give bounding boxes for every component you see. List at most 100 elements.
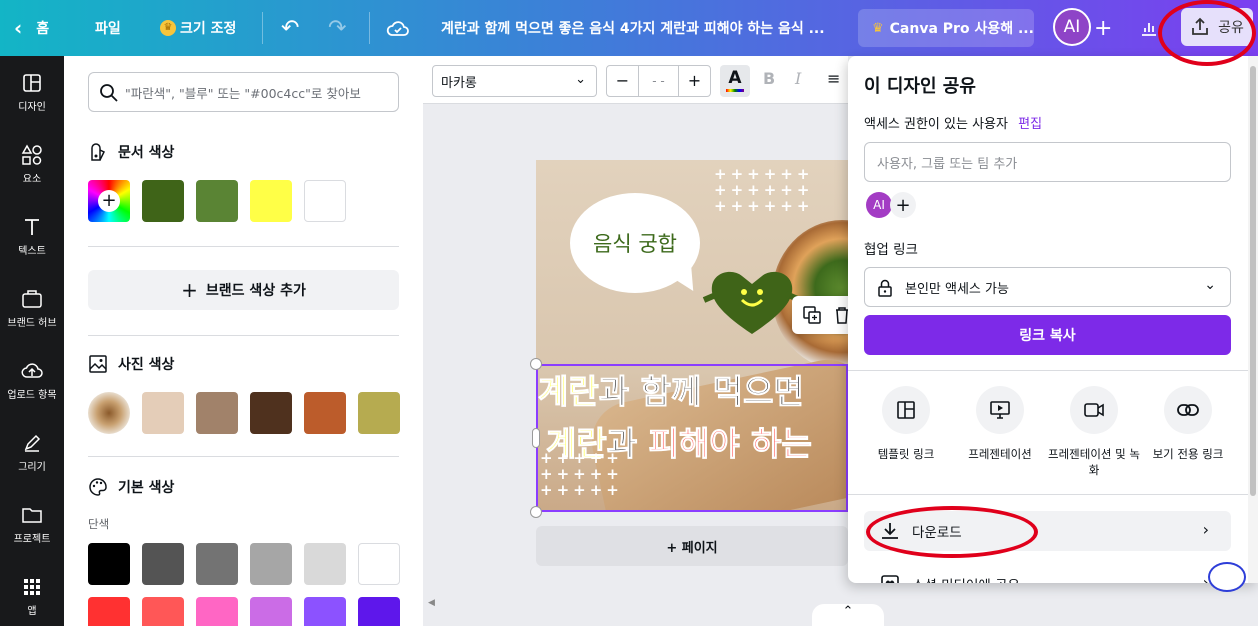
color-panel: "파란색", "블루" 또는 "#00c4cc"로 찾아보 문서 색상 + + … — [64, 56, 423, 626]
chevron-down-icon: ⌄ — [575, 72, 586, 87]
document-title[interactable]: 계란과 함께 먹으면 좋은 음식 4가지 계란과 피해야 하는 음식 ... — [441, 0, 836, 56]
color-swatch[interactable] — [196, 543, 238, 585]
color-swatch[interactable] — [250, 543, 292, 585]
resize-handle[interactable] — [532, 428, 540, 448]
brand-icon — [21, 288, 43, 310]
resize-handle[interactable] — [530, 358, 542, 370]
rail-item-draw[interactable]: 그리기 — [0, 422, 64, 482]
avatar-initials: AI — [1063, 17, 1081, 37]
color-swatch[interactable] — [196, 597, 238, 626]
template-icon — [882, 386, 930, 434]
color-swatch[interactable] — [304, 392, 346, 434]
rail-item-apps[interactable]: 앱 — [0, 566, 64, 626]
rail-label: 요소 — [22, 173, 42, 185]
add-user-button[interactable]: + — [890, 192, 916, 218]
photo-thumbnail[interactable] — [88, 392, 130, 434]
color-swatch[interactable] — [358, 597, 400, 626]
font-size-stepper[interactable]: − - - + — [606, 65, 711, 97]
color-swatch[interactable] — [88, 543, 130, 585]
add-member-icon[interactable]: + — [1094, 0, 1112, 56]
font-family-select[interactable]: 마카롱 ⌄ — [432, 65, 597, 97]
scroll-left-arrow-icon[interactable]: ◀ — [428, 598, 435, 608]
color-swatch[interactable] — [250, 597, 292, 626]
color-swatch[interactable] — [304, 180, 346, 222]
analytics-icon[interactable] — [1139, 0, 1159, 56]
folder-icon — [21, 504, 43, 526]
font-size-input[interactable]: - - — [639, 74, 678, 88]
color-swatch[interactable] — [304, 543, 346, 585]
photo-colors-title: 사진 색상 — [118, 357, 175, 373]
color-search-input[interactable]: "파란색", "블루" 또는 "#00c4cc"로 찾아보 — [88, 72, 399, 112]
selection-frame[interactable] — [536, 364, 848, 512]
color-swatch[interactable] — [88, 597, 130, 626]
image-icon — [89, 355, 107, 373]
canva-pro-button[interactable]: ♛ Canva Pro 사용해 ... — [858, 9, 1034, 47]
access-level-select[interactable]: 본인만 액세스 가능 ⌄ — [864, 267, 1231, 307]
help-button[interactable] — [1208, 562, 1246, 592]
color-swatch[interactable] — [304, 597, 346, 626]
option-label: 프레젠테이션 및 녹화 — [1048, 447, 1140, 477]
color-swatch[interactable] — [142, 180, 184, 222]
rail-item-brand[interactable]: 브랜드 허브 — [0, 278, 64, 338]
size-minus-button[interactable]: − — [607, 66, 639, 96]
download-label: 다운로드 — [912, 525, 962, 541]
add-color-button[interactable]: + — [88, 180, 130, 222]
crown-icon: ♛ — [872, 20, 884, 36]
divider — [88, 335, 399, 336]
text-icon — [21, 216, 43, 238]
rail-item-text[interactable]: 텍스트 — [0, 206, 64, 266]
color-bar-icon — [726, 89, 744, 92]
color-swatch[interactable] — [250, 180, 292, 222]
user-avatar[interactable]: AI — [866, 192, 892, 218]
search-icon — [100, 84, 118, 102]
add-people-input[interactable]: 사용자, 그룹 또는 팀 추가 — [864, 142, 1231, 182]
home-button[interactable]: ‹ 홈 — [14, 0, 49, 56]
color-swatch[interactable] — [358, 392, 400, 434]
share-option-template-link[interactable]: 템플릿 링크 — [858, 386, 954, 462]
rail-item-design[interactable]: 디자인 — [0, 62, 64, 122]
collapse-chevron-icon[interactable]: ⌃ — [812, 604, 884, 626]
cloud-save-icon[interactable] — [386, 0, 410, 56]
add-brand-color-button[interactable]: + 브랜드 색상 추가 — [88, 270, 399, 310]
brand-add-label: 브랜드 색상 추가 — [205, 283, 306, 299]
share-button[interactable]: 공유 — [1181, 8, 1253, 46]
size-plus-button[interactable]: + — [678, 66, 710, 96]
add-page-button[interactable]: + 페이지 — [536, 526, 848, 566]
download-button[interactable]: 다운로드 › — [864, 511, 1231, 551]
share-social-button[interactable]: 소셜 미디어에 공유 › — [864, 564, 1231, 583]
color-swatch[interactable] — [196, 180, 238, 222]
rail-item-uploads[interactable]: 업로드 항목 — [0, 350, 64, 410]
top-bar: ‹ 홈 파일 ♛ 크기 조정 ↶ ↷ 계란과 함께 먹으면 좋은 음식 4가지 … — [0, 0, 1258, 56]
file-menu[interactable]: 파일 — [95, 0, 121, 56]
divider — [88, 456, 399, 457]
scrollbar-thumb[interactable] — [1250, 66, 1256, 496]
redo-icon[interactable]: ↷ — [328, 0, 346, 56]
rail-item-projects[interactable]: 프로젝트 — [0, 494, 64, 554]
bold-icon[interactable]: B — [763, 69, 775, 88]
divider — [88, 246, 399, 247]
duplicate-icon[interactable] — [802, 305, 822, 325]
share-option-present[interactable]: 프레젠테이션 — [952, 386, 1048, 462]
edit-access-link[interactable]: 편집 — [1018, 117, 1042, 132]
share-option-view-link[interactable]: 보기 전용 링크 — [1140, 386, 1236, 462]
color-swatch[interactable] — [142, 597, 184, 626]
share-title: 이 디자인 공유 — [864, 76, 976, 97]
resize-handle[interactable] — [530, 506, 542, 518]
color-swatch[interactable] — [196, 392, 238, 434]
color-swatch[interactable] — [250, 392, 292, 434]
color-swatch[interactable] — [142, 543, 184, 585]
lock-icon — [878, 279, 892, 297]
rail-item-elements[interactable]: 요소 — [0, 134, 64, 194]
avatar[interactable]: AI — [1053, 8, 1091, 46]
resize-button[interactable]: ♛ 크기 조정 — [160, 0, 236, 56]
color-swatch[interactable] — [358, 543, 400, 585]
text-color-button[interactable]: A — [720, 65, 750, 97]
italic-icon[interactable]: I — [795, 69, 801, 88]
horizontal-scrollbar[interactable] — [423, 598, 848, 612]
chevron-down-icon: ⌄ — [1204, 277, 1216, 293]
color-swatch[interactable] — [142, 392, 184, 434]
copy-link-button[interactable]: 링크 복사 — [864, 315, 1231, 355]
undo-icon[interactable]: ↶ — [281, 0, 299, 56]
align-icon[interactable]: ≡ — [827, 69, 840, 88]
share-option-record[interactable]: 프레젠테이션 및 녹화 — [1046, 386, 1142, 478]
